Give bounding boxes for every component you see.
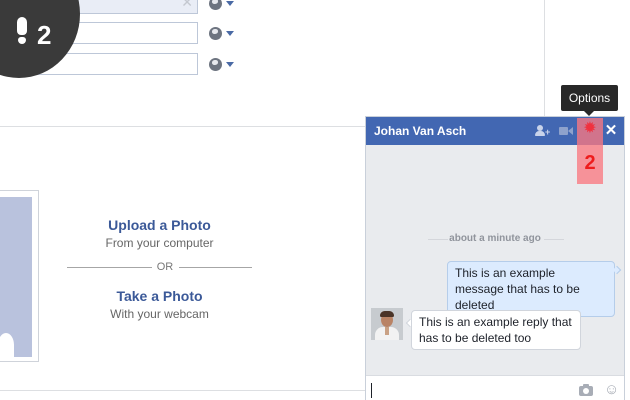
chevron-down-icon [226,31,234,36]
options-tooltip: Options [561,85,618,111]
take-photo-link[interactable]: Take a Photo [67,288,252,304]
text-cursor [371,383,372,398]
chevron-down-icon [226,62,234,67]
outgoing-message[interactable]: This is an example message that has to b… [447,261,615,317]
page: ✕ 2 Upload a Photo From your computer OR… [0,0,630,400]
close-icon[interactable]: ✕ [603,123,619,139]
chat-contact-name[interactable]: Johan Van Asch [374,124,466,138]
upload-photo-subtitle: From your computer [105,236,214,250]
divider [0,390,368,391]
clear-icon[interactable]: ✕ [181,0,193,11]
timestamp-line [544,239,564,240]
or-divider-right [179,267,252,268]
step-number: 2 [37,20,52,50]
camera-icon[interactable] [579,384,593,396]
take-photo-subtitle: With your webcam [110,307,209,321]
chat-composer-input[interactable]: ☺ [366,375,624,400]
divider [0,126,368,127]
profile-photo-frame [0,190,39,362]
footprint-icon [15,17,29,45]
gear-icon[interactable]: ✹ [582,121,598,137]
chevron-down-icon [226,1,234,6]
divider [544,0,545,118]
globe-icon [209,27,222,40]
upload-photo-link[interactable]: Upload a Photo [67,217,252,233]
globe-icon [209,58,222,71]
message-timestamp: about a minute ago [449,233,541,244]
globe-icon [209,0,222,10]
highlight-step-number: 2 [584,152,596,174]
or-divider-text: OR [156,261,174,273]
video-call-icon[interactable] [559,123,575,139]
privacy-selector-1[interactable] [209,0,237,11]
add-user-icon[interactable]: + [535,123,551,139]
profile-photo-placeholder [0,197,32,357]
privacy-selector-3[interactable] [209,58,237,72]
privacy-selector-2[interactable] [209,27,237,41]
smiley-icon[interactable]: ☺ [604,382,619,397]
incoming-message[interactable]: This is an example reply that has to be … [411,310,581,350]
or-divider-left [67,267,152,268]
avatar[interactable] [371,308,403,340]
